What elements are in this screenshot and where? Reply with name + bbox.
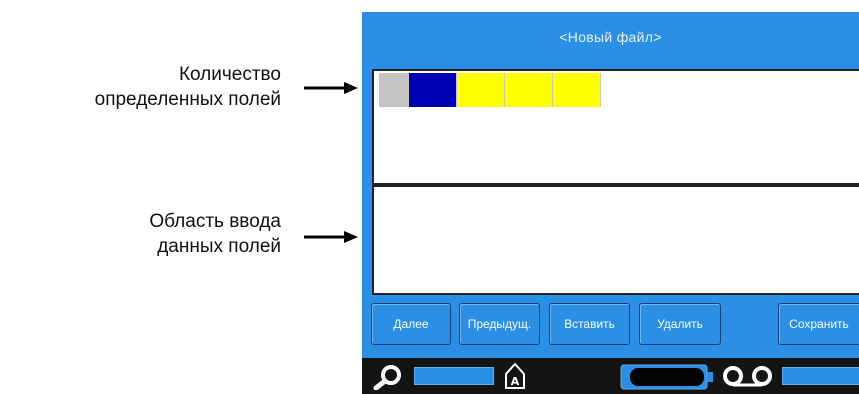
next-button[interactable]: Далее bbox=[371, 303, 451, 345]
defined-fields-panel[interactable] bbox=[372, 69, 859, 185]
file-title: <Новый файл> bbox=[559, 29, 662, 45]
battery-icon bbox=[620, 364, 713, 390]
fields-count-callout-line2: определенных полей bbox=[94, 89, 281, 110]
field-cell-5[interactable] bbox=[553, 73, 601, 107]
entry-area-callout-line2: данных полей bbox=[157, 236, 281, 257]
delete-button[interactable]: Удалить bbox=[639, 303, 721, 345]
ribbon-level-bar bbox=[782, 367, 859, 385]
field-cell-2[interactable] bbox=[409, 73, 457, 107]
magnifier-icon[interactable] bbox=[372, 364, 404, 390]
entry-area-callout-line1: Область ввода bbox=[149, 211, 281, 232]
field-data-entry-area[interactable] bbox=[372, 185, 859, 295]
zoom-level-bar bbox=[414, 367, 494, 385]
fields-count-callout: Количество определенных полей bbox=[95, 62, 281, 112]
ribbon-icon bbox=[723, 366, 772, 387]
fields-count-arrow-icon bbox=[304, 82, 358, 94]
title-bar: <Новый файл> bbox=[362, 12, 859, 62]
entry-area-callout: Область ввода данных полей bbox=[149, 209, 281, 259]
previous-button[interactable]: Предыдущ. bbox=[459, 303, 540, 345]
field-cell-1[interactable] bbox=[379, 73, 409, 107]
insert-button[interactable]: Вставить bbox=[549, 303, 630, 345]
svg-text:A: A bbox=[511, 375, 520, 388]
page: Количество определенных полей Область вв… bbox=[0, 0, 859, 394]
softkey-row: Далее Предыдущ. Вставить Удалить Сохрани… bbox=[362, 303, 859, 347]
field-cell-4[interactable] bbox=[505, 73, 553, 107]
status-bar: A bbox=[362, 358, 859, 394]
entry-area-arrow-icon bbox=[304, 231, 358, 243]
label-stock-icon: A bbox=[505, 362, 525, 389]
fields-count-callout-line1: Количество bbox=[178, 64, 281, 85]
save-button[interactable]: Сохранить bbox=[778, 303, 859, 345]
field-indicator-strip bbox=[379, 73, 601, 107]
printer-screen: <Новый файл> Далее Предыдущ. Вставить Уд… bbox=[362, 12, 859, 394]
field-cell-3[interactable] bbox=[457, 73, 505, 107]
